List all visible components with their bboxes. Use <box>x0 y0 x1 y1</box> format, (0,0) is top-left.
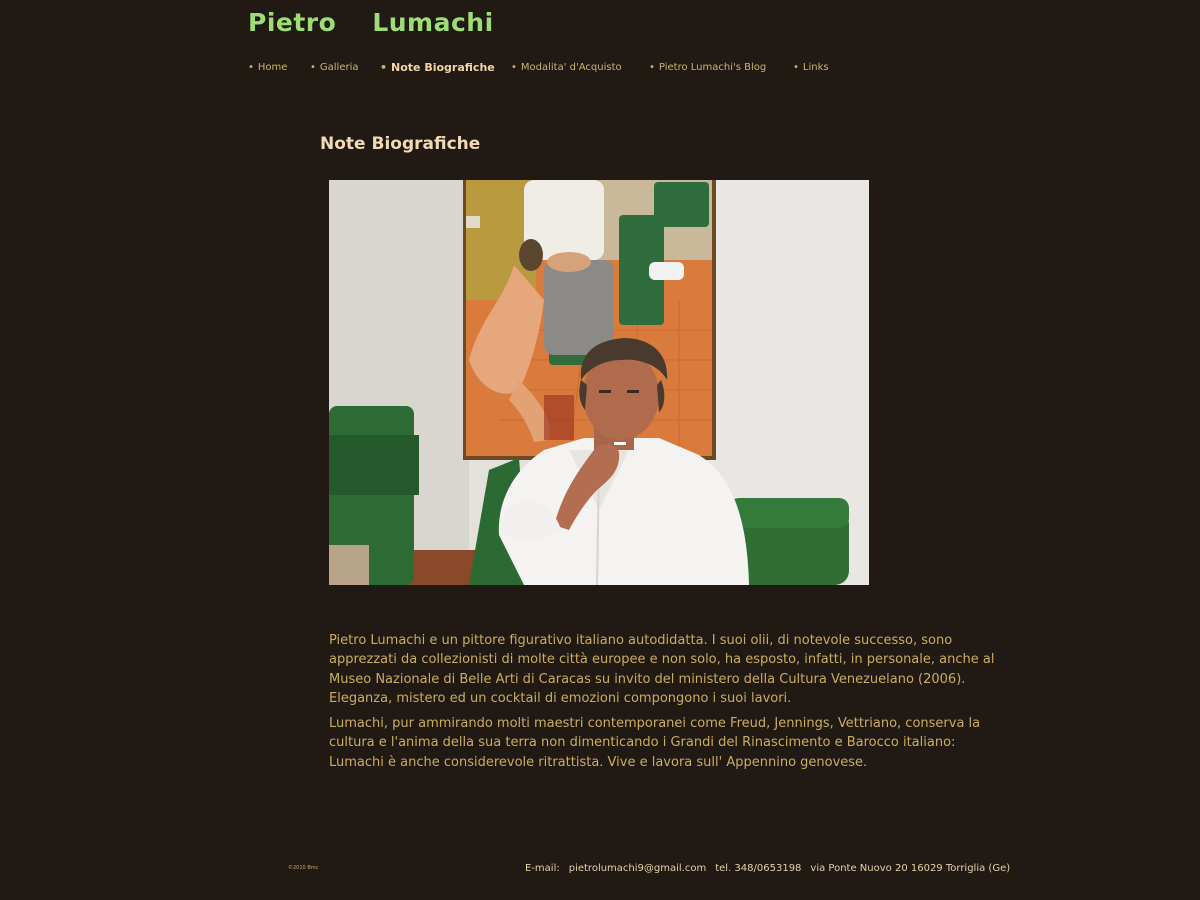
biography-paragraph: Pietro Lumachi e un pittore figurativo i… <box>329 633 995 706</box>
address: via Ponte Nuovo 20 16029 Torriglia (Ge) <box>810 863 1011 874</box>
nav-item-label: Modalita' d'Acquisto <box>520 62 622 73</box>
nav-item-label: Galleria <box>319 62 359 73</box>
email-label: E-mail: <box>525 863 560 874</box>
artist-photo <box>329 180 869 585</box>
nav-bullet-icon: • <box>649 62 655 73</box>
nav-bullet-icon: • <box>793 62 799 73</box>
site-title[interactable]: Pietro Lumachi <box>248 8 494 37</box>
site-title-first: Pietro <box>248 8 337 37</box>
page: Pietro Lumachi • Home • Galleria • Note Biog… <box>0 0 1200 900</box>
nav-bullet-icon: • <box>380 61 388 74</box>
nav-item-note-biografiche[interactable]: • Note Biografiche <box>380 61 495 74</box>
page-heading: Note Biografiche <box>320 134 481 154</box>
nav-item-label: Home <box>257 62 288 73</box>
nav-item-label: Pietro Lumachi's Blog <box>658 62 767 73</box>
nav-item-home[interactable]: • Home <box>248 62 287 73</box>
nav-bullet-icon: • <box>511 62 517 73</box>
biography-paragraph: Lumachi, pur ammirando molti maestri con… <box>329 716 981 770</box>
nav-item-label: Note Biografiche <box>391 61 495 74</box>
biography-text: Pietro Lumachi e un pittore figurativo i… <box>329 631 999 778</box>
nav-item-modalita-acquisto[interactable]: • Modalita' d'Acquisto <box>511 62 622 73</box>
contact-info: E-mail: pietrolumachi9@gmail.com tel. 348/… <box>525 863 1019 874</box>
nav-item-blog[interactable]: • Pietro Lumachi's Blog <box>649 62 766 73</box>
nav-item-galleria[interactable]: • Galleria <box>310 62 359 73</box>
phone-number: tel. 348/0653198 <box>715 863 802 874</box>
nav-item-label: Links <box>802 62 829 73</box>
nav-bullet-icon: • <box>310 62 316 73</box>
email-link[interactable]: pietrolumachi9@gmail.com <box>569 863 706 874</box>
site-title-last: Lumachi <box>372 8 494 37</box>
nav-item-links[interactable]: • Links <box>793 62 829 73</box>
nav-bullet-icon: • <box>248 62 254 73</box>
copyright-notice: ©2010 Bmc <box>288 865 319 871</box>
